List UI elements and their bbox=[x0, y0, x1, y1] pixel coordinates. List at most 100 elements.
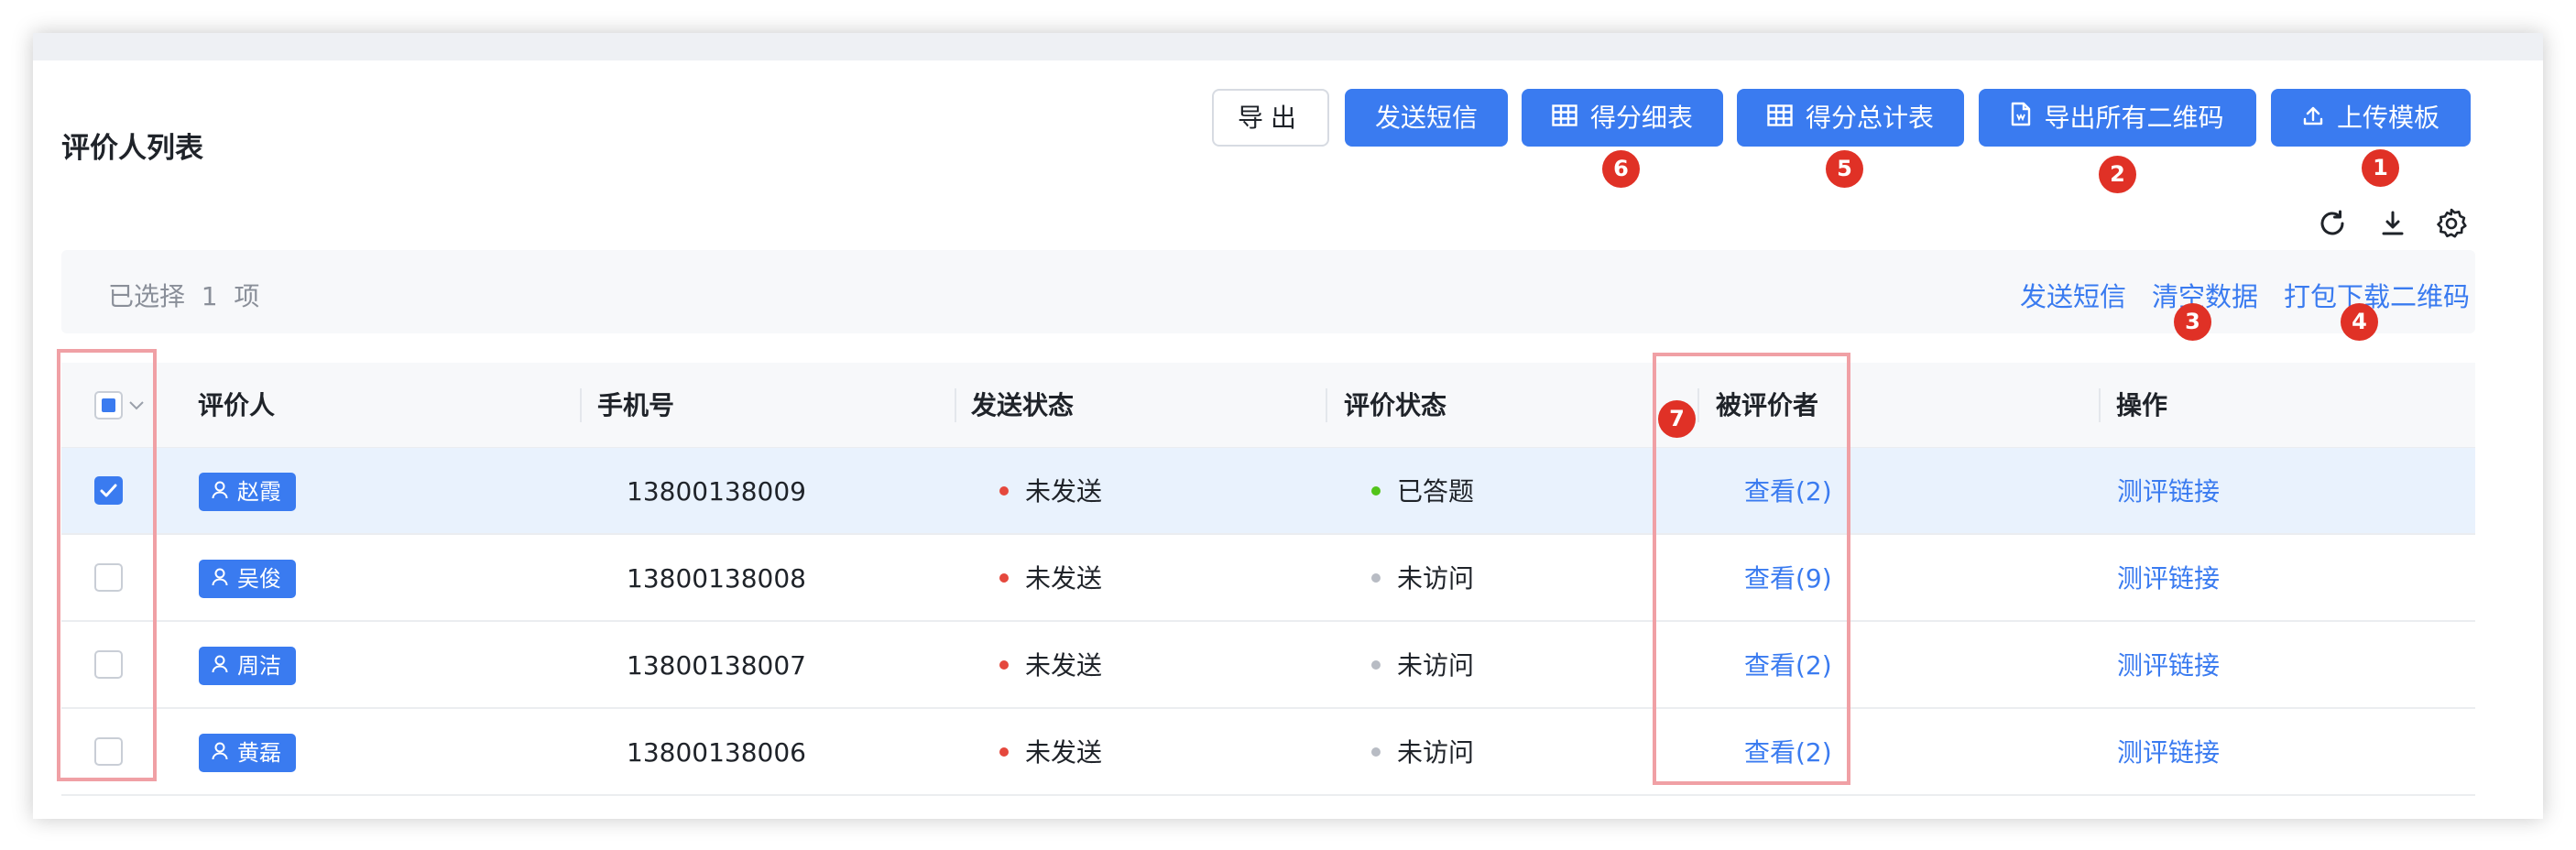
status-dot-gray bbox=[1371, 660, 1381, 670]
evaluator-name-tag: 黄磊 bbox=[199, 734, 296, 772]
score-total-button[interactable]: 得分总计表 bbox=[1737, 89, 1964, 147]
evaluator-name-tag: 周洁 bbox=[199, 647, 296, 685]
column-separator bbox=[1326, 388, 1327, 422]
status-dot-red bbox=[999, 486, 1009, 496]
annotation-marker-5: 5 bbox=[1826, 150, 1863, 188]
phone-cell: 13800138009 bbox=[627, 476, 806, 507]
download-qr-zip-link[interactable]: 打包下载二维码 bbox=[2284, 276, 2470, 314]
phone-cell: 13800138007 bbox=[627, 650, 806, 681]
export-button-label: 导出 bbox=[1237, 103, 1304, 133]
annotation-marker-7: 7 bbox=[1658, 400, 1696, 438]
eval-status-cell: 已答题 bbox=[1371, 448, 1474, 535]
view-evaluatees-link[interactable]: 查看(2) bbox=[1744, 448, 1832, 535]
annotation-marker-6: 6 bbox=[1602, 150, 1640, 188]
column-header-evaluator: 评价人 bbox=[198, 390, 276, 420]
evaluator-name: 赵霞 bbox=[237, 479, 281, 505]
upload-template-button[interactable]: 上传模板 bbox=[2271, 89, 2471, 147]
evaluator-table: 评价人 手机号 发送状态 评价状态 被评价者 操作 赵霞 13800138009… bbox=[61, 363, 2475, 796]
assessment-link[interactable]: 测评链接 bbox=[2117, 448, 2220, 535]
eval-status-cell: 未访问 bbox=[1371, 535, 1474, 622]
status-dot-gray bbox=[1371, 573, 1381, 583]
table-row[interactable]: 黄磊 13800138006 未发送 未访问 查看(2) 测评链接 bbox=[61, 709, 2475, 796]
annotation-marker-2: 2 bbox=[2099, 156, 2136, 193]
annotation-marker-3: 3 bbox=[2174, 303, 2211, 341]
column-header-action: 操作 bbox=[2116, 390, 2168, 420]
status-dot-red bbox=[999, 573, 1009, 583]
annotation-marker-1: 1 bbox=[2362, 149, 2399, 187]
table-header: 评价人 手机号 发送状态 评价状态 被评价者 操作 bbox=[61, 363, 2475, 448]
evaluator-name: 吴俊 bbox=[237, 566, 281, 592]
evaluator-name: 周洁 bbox=[237, 653, 281, 679]
chevron-down-icon[interactable] bbox=[127, 396, 146, 414]
send-status-text: 未发送 bbox=[1025, 563, 1103, 594]
view-evaluatees-link[interactable]: 查看(2) bbox=[1744, 709, 1832, 796]
score-detail-button[interactable]: 得分细表 bbox=[1522, 89, 1723, 147]
phone-cell: 13800138008 bbox=[627, 563, 806, 594]
eval-status-text: 已答题 bbox=[1397, 476, 1475, 507]
user-icon bbox=[212, 647, 228, 685]
eval-status-text: 未访问 bbox=[1397, 563, 1475, 594]
export-qr-button[interactable]: 导出所有二维码 bbox=[1979, 89, 2256, 147]
upload-icon bbox=[2302, 89, 2324, 147]
assessment-link[interactable]: 测评链接 bbox=[2117, 535, 2220, 622]
send-status-text: 未发送 bbox=[1025, 737, 1103, 768]
column-separator bbox=[1697, 388, 1699, 422]
send-status-cell: 未发送 bbox=[999, 622, 1102, 709]
export-button[interactable]: 导出 bbox=[1212, 89, 1329, 147]
selection-count-text: 已选择 1 项 bbox=[108, 281, 260, 311]
column-header-eval-status: 评价状态 bbox=[1344, 390, 1447, 420]
score-detail-button-label: 得分细表 bbox=[1589, 103, 1693, 133]
assessment-link[interactable]: 测评链接 bbox=[2117, 622, 2220, 709]
select-all-checkbox[interactable] bbox=[94, 391, 123, 420]
app-window: 评价人列表 导出 发送短信 得分细表 得分总计表 导出所有二维码 上传模板 已选… bbox=[33, 33, 2543, 819]
column-separator bbox=[955, 388, 956, 422]
row-checkbox[interactable] bbox=[94, 737, 123, 766]
table-row[interactable]: 赵霞 13800138009 未发送 已答题 查看(2) 测评链接 bbox=[61, 448, 2475, 535]
send-status-text: 未发送 bbox=[1025, 650, 1103, 681]
evaluator-name: 黄磊 bbox=[237, 740, 281, 766]
eval-status-text: 未访问 bbox=[1397, 737, 1475, 768]
gear-icon[interactable] bbox=[2433, 205, 2470, 242]
column-header-phone: 手机号 bbox=[597, 390, 675, 420]
page-title: 评价人列表 bbox=[61, 132, 203, 165]
send-status-cell: 未发送 bbox=[999, 448, 1102, 535]
send-status-cell: 未发送 bbox=[999, 709, 1102, 796]
user-icon bbox=[212, 734, 228, 772]
table-row[interactable]: 吴俊 13800138008 未发送 未访问 查看(9) 测评链接 bbox=[61, 535, 2475, 622]
eval-status-text: 未访问 bbox=[1397, 650, 1475, 681]
density-icon[interactable] bbox=[2374, 205, 2411, 242]
column-separator bbox=[580, 388, 582, 422]
score-total-button-label: 得分总计表 bbox=[1805, 103, 1934, 133]
view-evaluatees-link[interactable]: 查看(9) bbox=[1744, 535, 1832, 622]
upload-template-button-label: 上传模板 bbox=[2336, 103, 2440, 133]
table-row[interactable]: 周洁 13800138007 未发送 未访问 查看(2) 测评链接 bbox=[61, 622, 2475, 709]
export-qr-button-label: 导出所有二维码 bbox=[2044, 103, 2224, 133]
table-icon bbox=[1552, 89, 1577, 147]
status-dot-green bbox=[1371, 486, 1381, 496]
view-evaluatees-link[interactable]: 查看(2) bbox=[1744, 622, 1832, 709]
send-sms-button-label: 发送短信 bbox=[1374, 103, 1478, 133]
table-icon bbox=[1767, 89, 1793, 147]
assessment-link[interactable]: 测评链接 bbox=[2117, 709, 2220, 796]
phone-cell: 13800138006 bbox=[627, 737, 806, 768]
refresh-icon[interactable] bbox=[2314, 205, 2351, 242]
row-checkbox[interactable] bbox=[94, 476, 123, 505]
row-checkbox[interactable] bbox=[94, 563, 123, 592]
send-sms-button[interactable]: 发送短信 bbox=[1345, 89, 1508, 147]
file-icon bbox=[2011, 89, 2031, 147]
column-header-evaluatee: 被评价者 bbox=[1716, 390, 1819, 420]
send-status-cell: 未发送 bbox=[999, 535, 1102, 622]
user-icon bbox=[212, 560, 228, 598]
eval-status-cell: 未访问 bbox=[1371, 709, 1474, 796]
evaluator-name-tag: 吴俊 bbox=[199, 560, 296, 598]
user-icon bbox=[212, 473, 228, 511]
top-strip bbox=[33, 33, 2543, 60]
status-dot-gray bbox=[1371, 747, 1381, 757]
evaluator-name-tag: 赵霞 bbox=[199, 473, 296, 511]
column-separator bbox=[2099, 388, 2101, 422]
column-header-send-status: 发送状态 bbox=[971, 390, 1075, 420]
batch-send-sms-link[interactable]: 发送短信 bbox=[2020, 276, 2126, 314]
row-checkbox[interactable] bbox=[94, 650, 123, 679]
send-status-text: 未发送 bbox=[1025, 476, 1103, 507]
eval-status-cell: 未访问 bbox=[1371, 622, 1474, 709]
